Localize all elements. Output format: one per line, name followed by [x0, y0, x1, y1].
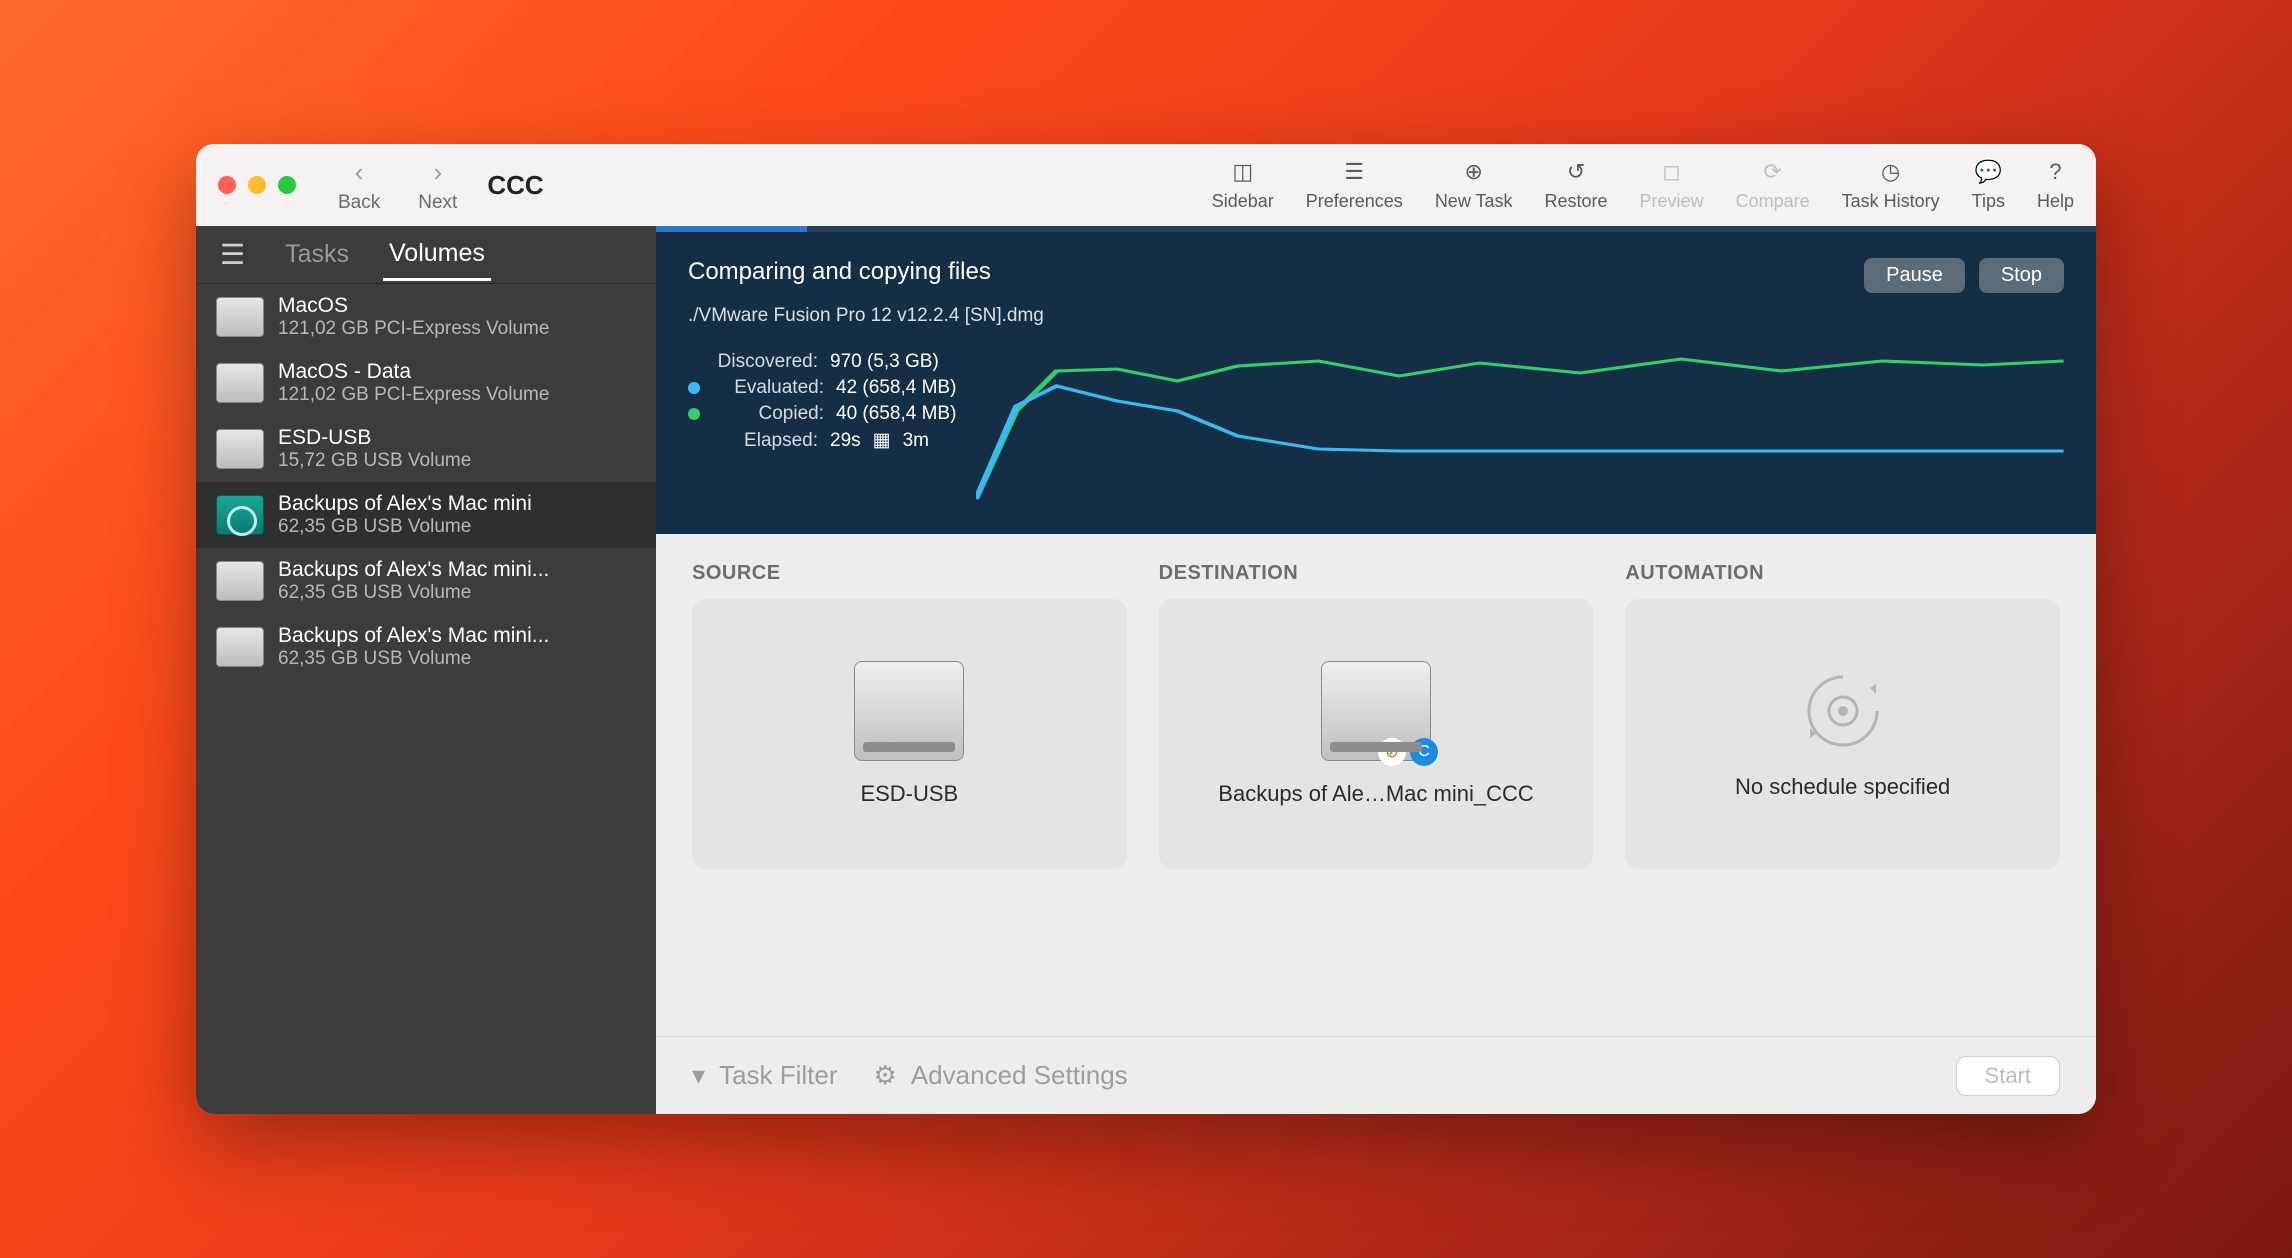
chevron-left-icon: ‹ — [355, 157, 364, 188]
preview-button[interactable]: ◻ Preview — [1640, 159, 1704, 212]
toolbar: ◫ Sidebar ☰ Preferences ⊕ New Task ↺ Res… — [1212, 159, 2074, 212]
current-file: ./VMware Fusion Pro 12 v12.2.4 [SN].dmg — [688, 305, 2064, 327]
compare-button[interactable]: ⟳ Compare — [1736, 159, 1810, 212]
compare-icon: ⟳ — [1763, 159, 1781, 185]
tab-volumes[interactable]: Volumes — [383, 229, 491, 281]
progress-stats: Discovered:970 (5,3 GB) Evaluated:42 (65… — [688, 351, 956, 501]
preferences-button[interactable]: ☰ Preferences — [1306, 159, 1403, 212]
tips-button[interactable]: 💬 Tips — [1972, 159, 2005, 212]
task-config: SOURCE ESD-USB DESTINATION ⊘ C — [656, 534, 2096, 1036]
stop-button[interactable]: Stop — [1979, 258, 2064, 293]
plus-circle-icon: ⊕ — [1464, 159, 1482, 185]
progress-header: Comparing and copying files Pause Stop .… — [656, 226, 2096, 534]
volume-list: MacOS 121,02 GB PCI-Express Volume MacOS… — [196, 284, 656, 1114]
gear-cycle-icon — [1800, 668, 1886, 754]
clock-icon: ◷ — [1881, 159, 1900, 185]
progress-title: Comparing and copying files — [688, 258, 991, 286]
automation-card[interactable]: No schedule specified — [1625, 599, 2060, 869]
sidebar-icon: ◫ — [1232, 159, 1253, 185]
next-button[interactable]: › Next — [418, 157, 457, 214]
source-card[interactable]: ESD-USB — [692, 599, 1127, 869]
drive-icon: ⊘ C — [1321, 661, 1431, 761]
volume-item[interactable]: MacOS 121,02 GB PCI-Express Volume — [196, 284, 656, 350]
footer: ▾ Task Filter ⚙ Advanced Settings Start — [656, 1036, 2096, 1114]
menu-icon[interactable]: ☰ — [220, 238, 245, 271]
drive-icon — [216, 561, 264, 601]
preview-icon: ◻ — [1662, 159, 1680, 185]
app-title: CCC — [487, 170, 543, 201]
minimize-icon[interactable] — [248, 176, 266, 194]
help-button[interactable]: ? Help — [2037, 159, 2074, 212]
start-button[interactable]: Start — [1956, 1056, 2060, 1096]
volume-item[interactable]: Backups of Alex's Mac mini... 62,35 GB U… — [196, 548, 656, 614]
task-history-button[interactable]: ◷ Task History — [1842, 159, 1940, 212]
back-label: Back — [338, 192, 380, 214]
drive-icon — [216, 363, 264, 403]
progress-bar — [656, 226, 2096, 232]
funnel-icon: ▾ — [692, 1060, 705, 1091]
throughput-graph — [976, 351, 2064, 501]
back-button[interactable]: ‹ Back — [338, 157, 380, 214]
drive-icon — [216, 297, 264, 337]
gear-icon: ⚙ — [874, 1060, 897, 1091]
ccc-badge-icon: C — [1410, 738, 1438, 766]
sidebar-tabs: ☰ Tasks Volumes — [196, 226, 656, 284]
dot-icon — [688, 382, 700, 394]
drive-icon — [216, 627, 264, 667]
sidebar-button[interactable]: ◫ Sidebar — [1212, 159, 1274, 212]
restore-button[interactable]: ↺ Restore — [1545, 159, 1608, 212]
main-panel: Comparing and copying files Pause Stop .… — [656, 226, 2096, 1114]
help-icon: ? — [2049, 159, 2061, 185]
dot-icon — [688, 408, 700, 420]
source-column: SOURCE ESD-USB — [692, 562, 1127, 1016]
timemachine-drive-icon — [216, 495, 264, 535]
drive-icon — [854, 661, 964, 761]
window-controls — [218, 176, 296, 194]
destination-heading: DESTINATION — [1159, 562, 1594, 585]
tips-icon: 💬 — [1975, 159, 2002, 185]
new-task-button[interactable]: ⊕ New Task — [1435, 159, 1513, 212]
titlebar: ‹ Back › Next CCC ◫ Sidebar ☰ Preference… — [196, 144, 2096, 226]
checker-icon: ▦ — [873, 429, 891, 452]
task-filter-button[interactable]: ▾ Task Filter — [692, 1060, 838, 1091]
close-icon[interactable] — [218, 176, 236, 194]
source-name: ESD-USB — [860, 781, 958, 807]
destination-name: Backups of Ale…Mac mini_CCC — [1218, 781, 1533, 807]
next-label: Next — [418, 192, 457, 214]
destination-column: DESTINATION ⊘ C Backups of Ale…Mac mini_… — [1159, 562, 1594, 1016]
advanced-settings-button[interactable]: ⚙ Advanced Settings — [874, 1060, 1128, 1091]
source-heading: SOURCE — [692, 562, 1127, 585]
sidebar: ☰ Tasks Volumes MacOS 121,02 GB PCI-Expr… — [196, 226, 656, 1114]
drive-icon — [216, 429, 264, 469]
restore-icon: ↺ — [1567, 159, 1585, 185]
automation-text: No schedule specified — [1735, 774, 1950, 800]
zoom-icon[interactable] — [278, 176, 296, 194]
volume-item[interactable]: Backups of Alex's Mac mini... 62,35 GB U… — [196, 614, 656, 680]
automation-column: AUTOMATION No schedule specified — [1625, 562, 2060, 1016]
destination-card[interactable]: ⊘ C Backups of Ale…Mac mini_CCC — [1159, 599, 1594, 869]
nav-buttons: ‹ Back › Next — [338, 157, 457, 214]
safetynet-off-icon: ⊘ — [1378, 738, 1406, 766]
volume-item[interactable]: Backups of Alex's Mac mini 62,35 GB USB … — [196, 482, 656, 548]
pause-button[interactable]: Pause — [1864, 258, 1965, 293]
chevron-right-icon: › — [433, 157, 442, 188]
volume-item[interactable]: MacOS - Data 121,02 GB PCI-Express Volum… — [196, 350, 656, 416]
volume-item[interactable]: ESD-USB 15,72 GB USB Volume — [196, 416, 656, 482]
automation-heading: AUTOMATION — [1625, 562, 2060, 585]
app-window: ‹ Back › Next CCC ◫ Sidebar ☰ Preference… — [196, 144, 2096, 1114]
sliders-icon: ☰ — [1344, 159, 1364, 185]
tab-tasks[interactable]: Tasks — [279, 230, 355, 279]
